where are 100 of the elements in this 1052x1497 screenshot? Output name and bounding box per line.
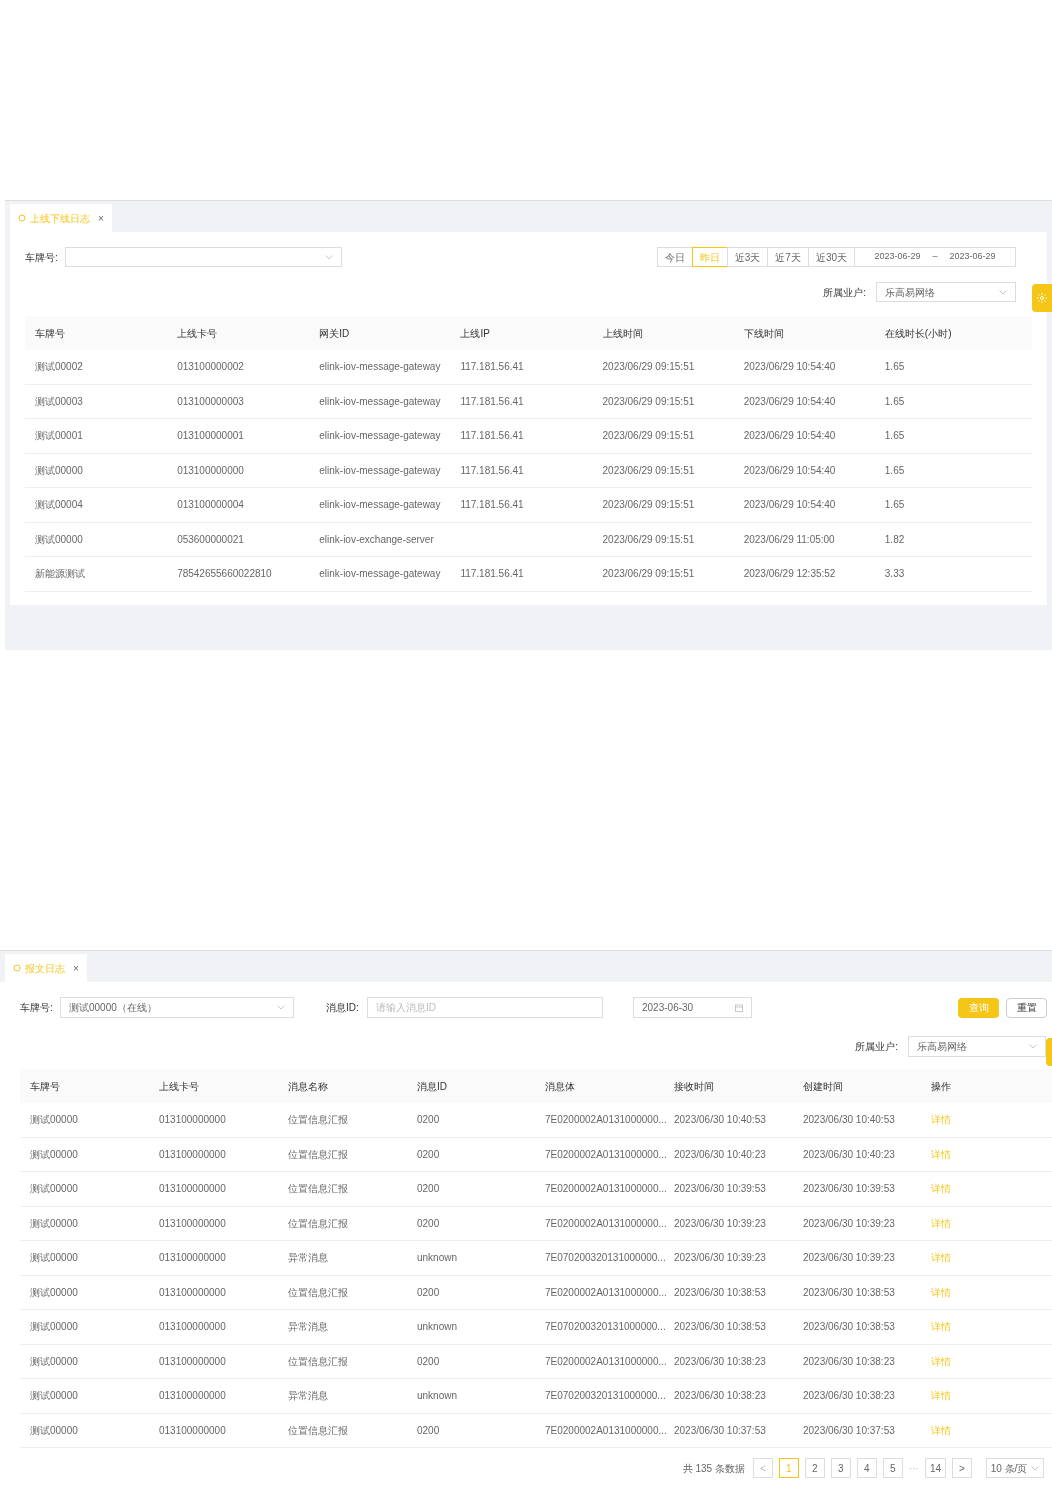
date-range-button[interactable]: 今日 — [656, 247, 693, 267]
message-id-input[interactable]: 请输入消息ID — [367, 997, 603, 1018]
chevron-down-icon — [1029, 1044, 1037, 1049]
table-cell: 2023/06/30 10:38:53 — [803, 1321, 895, 1333]
table-cell: 测试00000 — [30, 1286, 78, 1298]
table-cell: 2023/06/29 10:54:40 — [743, 395, 836, 407]
date-range-button[interactable]: 近3天 — [726, 247, 769, 267]
chevron-down-icon — [277, 1005, 285, 1010]
table-cell: elink-iov-message-gateway — [319, 568, 441, 580]
table-cell: 测试00000 — [30, 1183, 78, 1195]
table-cell: 013100000000 — [159, 1114, 226, 1126]
table-cell: 位置信息汇报 — [288, 1424, 348, 1436]
column-header: 网关ID — [319, 326, 351, 341]
table-cell: 2023/06/30 10:38:53 — [674, 1286, 766, 1298]
table-cell: 0200 — [417, 1355, 440, 1367]
table-cell: 测试00000 — [30, 1114, 78, 1126]
table-cell: 2023/06/30 10:37:53 — [803, 1424, 895, 1436]
table-cell: 位置信息汇报 — [288, 1217, 348, 1229]
settings-button[interactable] — [1032, 284, 1052, 312]
table-cell: 2023/06/30 10:40:23 — [674, 1148, 766, 1160]
table-cell: elink-iov-message-gateway — [319, 499, 441, 511]
table-cell: 013100000004 — [177, 499, 244, 511]
table-cell: 3.33 — [884, 568, 905, 580]
table-cell: 0200 — [417, 1183, 440, 1195]
column-header: 创建时间 — [803, 1079, 844, 1094]
table-cell: 7E070200320131000000... — [545, 1252, 666, 1264]
reset-button[interactable]: 重置 — [1006, 997, 1047, 1018]
tenant-select[interactable]: 乐高易网络 — [876, 282, 1016, 302]
chevron-down-icon — [325, 254, 333, 260]
table-cell: 7E0200002A0131000000... — [545, 1148, 667, 1160]
table-cell: 测试00000 — [30, 1252, 78, 1264]
page-button[interactable]: 4 — [856, 1458, 877, 1478]
table-cell: 013100000000 — [159, 1217, 226, 1229]
table-cell: 1.65 — [884, 361, 905, 373]
table-cell: 2023/06/30 10:38:23 — [674, 1390, 766, 1402]
page-tab[interactable]: 上线下线日志 × — [10, 204, 112, 232]
table-cell: 2023/06/30 10:40:53 — [803, 1114, 895, 1126]
table-cell: 位置信息汇报 — [288, 1286, 348, 1298]
table-cell: 测试00000 — [30, 1217, 78, 1229]
table-cell: 7E0200002A0131000000... — [545, 1355, 667, 1367]
table-cell: 测试00003 — [35, 395, 83, 407]
next-page-button[interactable]: > — [952, 1458, 972, 1478]
tenant-select[interactable]: 乐高易网络 — [908, 1036, 1046, 1057]
table-cell: 0200 — [417, 1424, 440, 1436]
table-cell: 位置信息汇报 — [288, 1148, 348, 1160]
table-cell: unknown — [417, 1321, 458, 1333]
table-cell: 异常消息 — [288, 1390, 328, 1402]
chevron-down-icon — [999, 289, 1007, 295]
table-cell: 测试00002 — [35, 361, 83, 373]
date-field[interactable]: 2023-06-30 — [633, 997, 752, 1018]
table-cell: 7E070200320131000000... — [545, 1390, 666, 1402]
field-label: 车牌号: — [20, 1001, 54, 1015]
page-button[interactable]: 5 — [882, 1458, 903, 1478]
table-cell: elink-iov-message-gateway — [319, 430, 441, 442]
table-cell: 013100000000 — [159, 1148, 226, 1160]
table-cell: 7E0200002A0131000000... — [545, 1286, 667, 1298]
field-label: 消息ID: — [326, 1001, 360, 1015]
close-tab-button[interactable]: × — [98, 210, 104, 226]
table-cell: 2023/06/29 09:15:51 — [602, 464, 695, 476]
column-header: 操作 — [931, 1079, 952, 1094]
table-cell: 2023/06/29 09:15:51 — [602, 568, 695, 580]
table-cell: 013100000000 — [159, 1286, 226, 1298]
tab-label: 报文日志 — [25, 961, 65, 976]
page-button[interactable]: 2 — [804, 1458, 825, 1478]
table-cell: 117.181.56.41 — [460, 395, 524, 407]
date-range-field[interactable]: 2023-06-29 – 2023-06-29 — [854, 247, 1016, 267]
table-cell: 013100000003 — [177, 395, 244, 407]
page-button[interactable]: 14 — [924, 1458, 946, 1478]
table-cell: 2023/06/30 10:39:53 — [674, 1183, 766, 1195]
table-cell: 2023/06/29 11:05:00 — [743, 533, 835, 545]
column-header: 上线卡号 — [159, 1079, 200, 1094]
table-cell: 2023/06/30 10:38:53 — [803, 1286, 895, 1298]
table-cell: 013100000000 — [177, 464, 244, 476]
plate-select[interactable] — [65, 247, 342, 267]
column-header: 车牌号 — [30, 1079, 61, 1094]
table-cell: 7E0200002A0131000000... — [545, 1114, 667, 1126]
table-cell: 2023/06/29 12:35:52 — [743, 568, 836, 580]
table-cell: 2023/06/29 10:54:40 — [743, 464, 836, 476]
page-button[interactable]: 3 — [830, 1458, 851, 1478]
table-cell: 测试00004 — [35, 499, 83, 511]
table-cell: 2023/06/30 10:37:53 — [674, 1424, 766, 1436]
date-range-button[interactable]: 近30天 — [807, 247, 855, 267]
page-tab[interactable]: 报文日志 × — [5, 954, 87, 982]
ellipsis: ··· — [908, 1461, 919, 1476]
column-header: 消息体 — [545, 1079, 576, 1094]
table-cell: elink-iov-exchange-server — [319, 533, 434, 545]
column-header: 车牌号 — [35, 326, 66, 341]
table-cell: 2023/06/29 10:54:40 — [743, 361, 836, 373]
plate-select[interactable]: 测试00000（在线） — [60, 997, 294, 1018]
page-size-select[interactable]: 10 条/页 — [986, 1458, 1044, 1478]
table-cell: 2023/06/29 09:15:51 — [602, 499, 695, 511]
table-cell: 测试00000 — [35, 464, 83, 476]
close-tab-button[interactable]: × — [73, 960, 79, 976]
date-range-button[interactable]: 近7天 — [767, 247, 809, 267]
table-cell: 7E0200002A0131000000... — [545, 1424, 667, 1436]
table-cell: 013100000000 — [159, 1355, 226, 1367]
table-cell: 0200 — [417, 1286, 440, 1298]
table-cell: elink-iov-message-gateway — [319, 395, 441, 407]
table-cell: 异常消息 — [288, 1321, 328, 1333]
table-cell: 测试00001 — [35, 430, 83, 442]
